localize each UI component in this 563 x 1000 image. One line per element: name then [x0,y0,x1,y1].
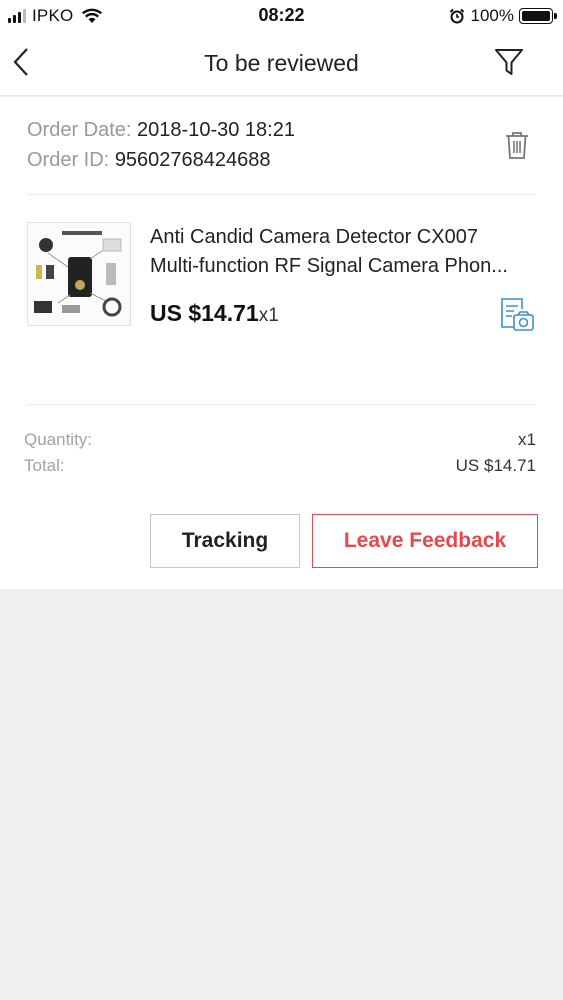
order-id-row: Order ID: 95602768424688 [27,145,295,175]
order-meta: Order Date: 2018-10-30 18:21 Order ID: 9… [27,115,295,175]
total-row: Total: US $14.71 [24,453,536,479]
product-thumbnail[interactable] [27,222,131,326]
quantity-row: Quantity: x1 [24,427,536,453]
trash-icon[interactable] [503,130,531,160]
tracking-button[interactable]: Tracking [150,514,300,568]
status-bar: IPKO 08:22 100% [0,0,563,32]
photo-review-icon[interactable] [499,297,535,333]
product-title[interactable]: Anti Candid Camera Detector CX007 Multi-… [150,223,540,281]
order-id-value: 95602768424688 [114,149,271,171]
order-id-label: Order ID: [27,149,110,171]
quantity-label: Quantity: [24,430,93,449]
alarm-icon [449,8,464,24]
battery-percent: 100% [470,6,514,25]
order-date-row: Order Date: 2018-10-30 18:21 [27,115,295,145]
order-summary: Quantity: x1 Total: US $14.71 [24,427,536,479]
navigation-bar: To be reviewed [0,32,563,96]
status-right: 100% [449,6,557,26]
product-price-row: US $14.71x1 [150,300,279,327]
product-qty: x1 [258,305,279,326]
product-title-line1: Anti Candid Camera Detector CX007 [150,226,478,248]
page-title: To be reviewed [204,50,359,76]
product-price: US $14.71 [150,300,259,326]
divider [27,194,536,195]
divider [27,404,536,405]
product-title-line2: Multi-function RF Signal Camera Phon... [150,255,508,277]
quantity-value: x1 [518,430,536,449]
battery-icon [519,8,557,24]
leave-feedback-button[interactable]: Leave Feedback [312,514,538,568]
order-card: Order Date: 2018-10-30 18:21 Order ID: 9… [0,97,563,589]
order-date-label: Order Date: [27,119,132,141]
filter-icon[interactable] [493,46,525,78]
total-value: US $14.71 [455,456,536,475]
product-image-icon [28,223,130,325]
total-label: Total: [24,456,65,475]
order-date-value: 2018-10-30 18:21 [137,119,295,141]
